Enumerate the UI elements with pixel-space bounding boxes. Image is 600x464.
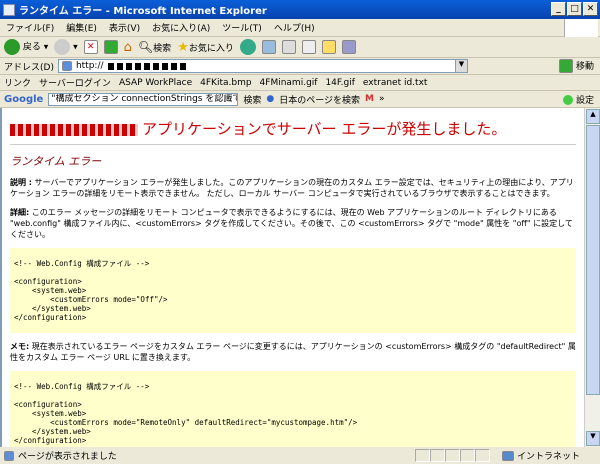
window-title: ランタイム エラー - Microsoft Internet Explorer <box>19 2 267 17</box>
search-button[interactable]: 🔍︎検索 <box>138 40 171 54</box>
globe-icon: ● <box>266 94 274 104</box>
menu-file[interactable]: ファイル(F) <box>6 21 54 34</box>
home-icon[interactable]: ⌂ <box>124 40 132 55</box>
address-dropdown-icon[interactable]: ▼ <box>455 60 467 72</box>
address-label: アドレス(D) <box>4 60 54 73</box>
refresh-icon[interactable] <box>104 40 118 54</box>
scroll-thumb[interactable] <box>586 125 600 395</box>
edit-icon[interactable] <box>302 40 316 54</box>
forward-button[interactable]: ▾ <box>54 39 77 55</box>
menu-tools[interactable]: ツール(T) <box>222 21 262 34</box>
intranet-icon <box>502 451 514 461</box>
menu-favorites[interactable]: お気に入り(A) <box>152 21 210 34</box>
windows-logo-icon <box>564 19 598 37</box>
more-icon[interactable]: » <box>379 94 385 104</box>
settings-icon <box>563 95 573 105</box>
link-item[interactable]: 4FMinami.gif <box>260 78 318 88</box>
google-search-button[interactable]: 検索 <box>243 93 261 106</box>
toolbar: 戻る ▾ ▾ ✕ ⌂ 🔍︎検索 ★お気に入り <box>0 37 600 58</box>
menu-view[interactable]: 表示(V) <box>109 21 140 34</box>
favorites-button[interactable]: ★お気に入り <box>177 40 234 55</box>
zone-text: イントラネット <box>517 449 580 462</box>
page-icon <box>62 61 72 71</box>
redacted-app-name <box>10 124 138 136</box>
links-bar: リンク サーバーログイン ASAP WorkPlace 4FKita.bmp 4… <box>0 75 600 91</box>
link-item[interactable]: 4FKita.bmp <box>200 78 251 88</box>
scroll-down-icon[interactable]: ▼ <box>586 431 600 446</box>
note: メモ: 現在表示されているエラー ページをカスタム エラー ページに変更するには… <box>10 341 576 363</box>
print-icon[interactable] <box>282 40 296 54</box>
maximize-button[interactable]: □ <box>567 2 582 16</box>
link-item[interactable]: extranet id.txt <box>363 78 428 88</box>
code-sample-1: <!-- Web.Config 構成ファイル --> <configuratio… <box>10 248 576 333</box>
error-subheading: ランタイム エラー <box>10 155 576 169</box>
messenger-icon[interactable] <box>342 40 356 54</box>
details: 詳細: このエラー メッセージの詳細をリモート コンピュータで表示できるようにす… <box>10 207 576 240</box>
close-button[interactable]: ✕ <box>583 2 598 16</box>
description: 説明 : サーバーでアプリケーション エラーが発生しました。このアプリケーション… <box>10 177 576 199</box>
address-bar: アドレス(D) http:// ▼ 移動 <box>0 58 600 75</box>
menu-help[interactable]: ヘルプ(H) <box>274 21 315 34</box>
address-input[interactable]: http:// ▼ <box>58 59 468 73</box>
status-text: ページが表示されました <box>18 449 117 462</box>
star-icon: ★ <box>177 40 189 55</box>
ie-page-icon <box>3 4 15 16</box>
vertical-scrollbar[interactable]: ▲ ▼ <box>584 108 600 447</box>
forward-arrow-icon <box>54 39 70 55</box>
page-content: アプリケーションでサーバー エラーが発生しました。 ランタイム エラー 説明 :… <box>0 108 584 450</box>
title-bar: ランタイム エラー - Microsoft Internet Explorer … <box>0 0 600 19</box>
link-item[interactable]: 14F.gif <box>325 78 354 88</box>
menu-edit[interactable]: 編集(E) <box>66 21 97 34</box>
back-arrow-icon <box>4 39 20 55</box>
japan-page-search-button[interactable]: 日本のページを検索 <box>279 93 360 106</box>
scroll-up-icon[interactable]: ▲ <box>586 109 600 124</box>
minimize-button[interactable]: _ <box>551 2 566 16</box>
link-item[interactable]: サーバーログイン <box>39 76 111 89</box>
search-icon: 🔍︎ <box>138 40 153 54</box>
menu-bar: ファイル(F) 編集(E) 表示(V) お気に入り(A) ツール(T) ヘルプ(… <box>0 19 600 37</box>
status-bar: ページが表示されました イントラネット <box>0 447 600 464</box>
page-done-icon <box>4 451 14 461</box>
note-icon[interactable] <box>322 40 336 54</box>
links-label: リンク <box>4 76 31 89</box>
redacted-url <box>108 63 188 70</box>
mail-icon[interactable] <box>262 40 276 54</box>
go-button[interactable]: 移動 <box>559 59 594 74</box>
google-toolbar: Google "構成セクション connectionStrings を認識できま… <box>0 91 600 108</box>
google-logo: Google <box>4 94 43 105</box>
gmail-icon[interactable]: M <box>365 94 374 104</box>
stop-icon[interactable]: ✕ <box>84 40 98 54</box>
code-sample-2: <!-- Web.Config 構成ファイル --> <configuratio… <box>10 371 576 450</box>
google-search-input[interactable]: "構成セクション connectionStrings を認識できませ <box>48 93 238 106</box>
settings-button[interactable]: 設定 <box>563 93 594 106</box>
page-heading: アプリケーションでサーバー エラーが発生しました。 <box>10 120 576 145</box>
link-item[interactable]: ASAP WorkPlace <box>119 78 192 88</box>
back-button[interactable]: 戻る ▾ <box>4 39 48 55</box>
history-icon[interactable] <box>240 39 256 55</box>
go-arrow-icon <box>559 59 573 73</box>
